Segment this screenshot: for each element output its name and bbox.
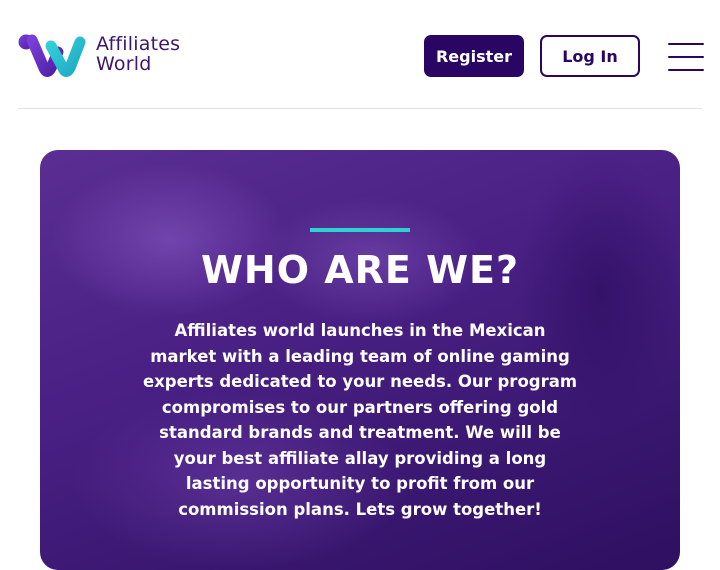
register-button[interactable]: Register (424, 35, 524, 77)
menu-bar (668, 56, 704, 58)
title-accent-line (310, 228, 410, 232)
who-are-we-section: WHO ARE WE? Affiliates world launches in… (40, 150, 680, 570)
section-body-text: Affiliates world launches in the Mexican… (142, 321, 578, 519)
brand-name-line2: World (96, 53, 152, 75)
brand-logo[interactable]: Affiliates World (18, 30, 218, 80)
section-title: WHO ARE WE? (200, 248, 520, 292)
site-header: Affiliates World Register Log In (0, 0, 720, 110)
brand-name: Affiliates World (96, 33, 181, 75)
menu-bar (668, 69, 704, 71)
hamburger-menu-icon[interactable] (668, 43, 704, 71)
menu-bar (668, 43, 704, 45)
login-button[interactable]: Log In (540, 35, 640, 77)
logo-mark-icon (18, 34, 86, 77)
brand-name-line1: Affiliates (96, 33, 181, 56)
header-divider (18, 108, 702, 109)
